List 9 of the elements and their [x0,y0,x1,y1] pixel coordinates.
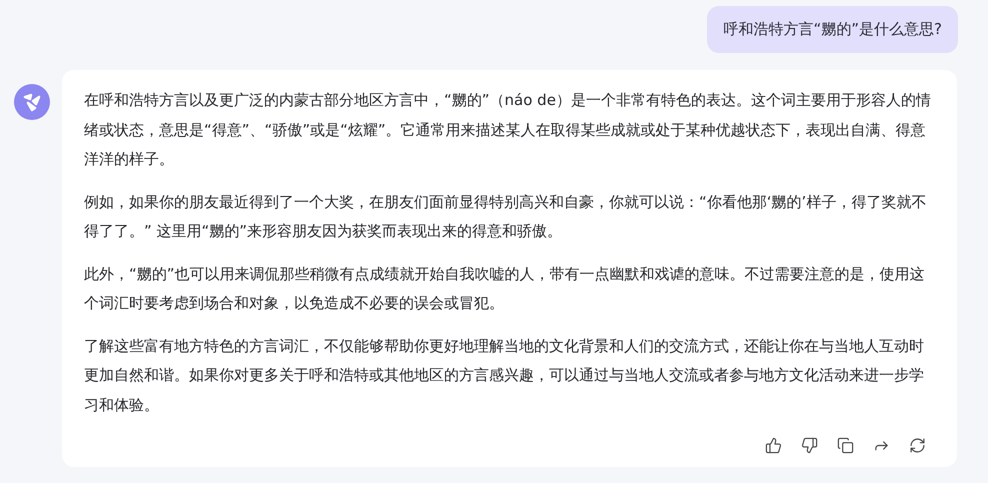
dislike-icon[interactable] [799,435,819,455]
answer-paragraph: 了解这些富有地方特色的方言词汇，不仅能够帮助你更好地理解当地的文化背景和人们的交流方式，还能让你在与当地人互动时更加自然和谐。如果你对更多关于呼和浩特或其他地区的方言感兴趣，可以通过与当地人交流或者参与地方文化活动来进一步学习和体验。 [84,336,925,416]
user-message: 呼和浩特方言“嬲的”是什么意思? [707,6,958,53]
assistant-avatar-icon [14,84,50,120]
like-icon[interactable] [763,435,783,455]
answer-paragraph: 例如，如果你的朋友最近得到了一个大奖，在朋友们面前显得特别高兴和自豪，你就可以说：“你看他那‘嬲的’样子，得了奖就不得了了。” 这里用“嬲的”来形容朋友因为获奖而表现出来的得意和骄傲。 [84,192,928,242]
answer-paragraph: 在呼和浩特方言以及更广泛的内蒙古部分地区方言中，“嬲的”（náo de）是一个非常有特色的表达。这个词主要用于形容人的情绪或状态，意思是“得意”、“骄傲”或是“炫耀”。它通常用来描述某人在取得某些成就或处于某种优越状态下，表现出自满、得意洋洋的样子。 [84,90,932,170]
copy-icon[interactable] [835,435,855,455]
answer-paragraph: 此外，“嬲的”也可以用来调侃那些稍微有点成绩就开始自我吹嘘的人，带有一点幽默和戏谑的意味。不过需要注意的是，使用这个词汇时要考虑到场合和对象，以免造成不必要的误会或冒犯。 [84,264,926,314]
